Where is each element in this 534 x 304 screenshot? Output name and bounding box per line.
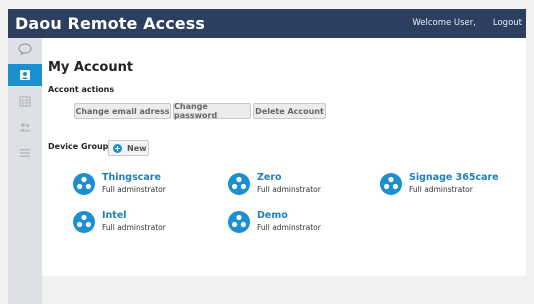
group-icon [228,173,250,195]
group-icon [73,211,95,233]
group-name[interactable]: Intel [102,210,127,221]
sidebar-item-menu[interactable] [8,142,42,164]
main-panel: My Account Accont actions Change email a… [42,38,526,276]
group-icon [73,173,95,195]
sidebar-item-calendar[interactable] [8,90,42,112]
sidebar-item-account[interactable] [8,64,42,86]
account-actions-label: Accont actions [48,85,115,94]
group-name[interactable]: Demo [257,210,288,221]
change-email-button[interactable]: Change email adress [74,103,171,119]
page-footer-area [42,276,526,304]
menu-lines-icon [20,149,30,157]
change-password-button[interactable]: Change password [173,102,251,120]
group-role: Full adminstrator [102,223,166,232]
calendar-icon [19,96,31,107]
group-icon [380,173,402,195]
top-header: Daou Remote Access Welcome User, Logout [8,9,526,38]
logout-link[interactable]: Logout [493,18,522,28]
device-groups-label: Device Groups [48,142,114,151]
device-group-item[interactable]: Intel Full adminstrator [73,210,213,234]
group-name[interactable]: Zero [257,172,282,183]
group-role: Full adminstrator [409,185,473,194]
user-card-icon [20,70,30,80]
sidebar-item-messages[interactable] [8,38,42,60]
group-role: Full adminstrator [257,185,321,194]
group-icon [228,211,250,233]
page-title: My Account [48,60,134,75]
welcome-text: Welcome User, [412,18,476,28]
device-group-item[interactable]: Thingscare Full adminstrator [73,172,213,196]
sidebar-item-users[interactable] [8,116,42,138]
device-group-item[interactable]: Demo Full adminstrator [228,210,368,234]
group-role: Full adminstrator [257,223,321,232]
delete-account-button[interactable]: Delete Account [253,103,326,119]
device-group-item[interactable]: Signage 365care Full adminstrator [380,172,520,196]
app-title: Daou Remote Access [15,14,205,33]
group-name[interactable]: Thingscare [102,172,161,183]
sidebar [8,38,42,304]
group-name[interactable]: Signage 365care [409,172,499,183]
new-group-label: New [127,143,147,153]
new-group-button[interactable]: + New [108,140,149,156]
chat-bubble-icon [18,43,32,55]
device-group-item[interactable]: Zero Full adminstrator [228,172,368,196]
plus-icon: + [113,143,122,153]
users-icon [19,123,31,132]
group-role: Full adminstrator [102,185,166,194]
